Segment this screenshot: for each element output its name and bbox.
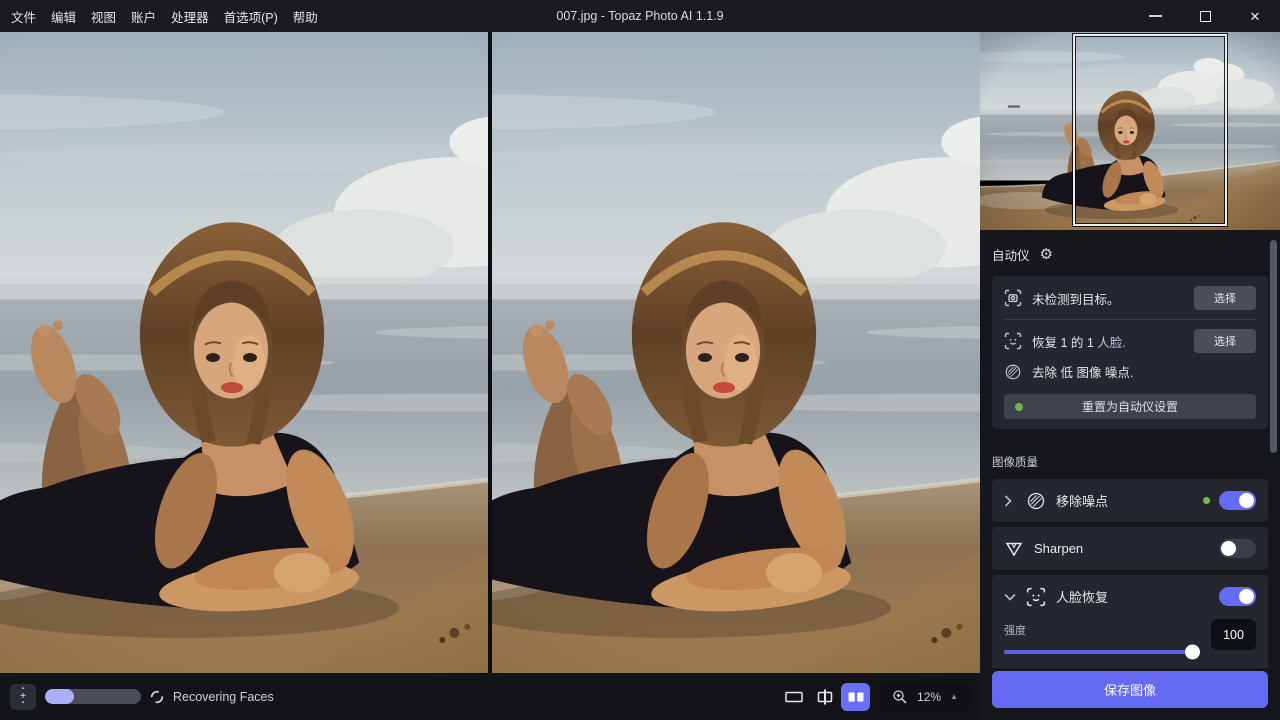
scrollbar-thumb[interactable] [1270,240,1277,453]
maximize-button[interactable] [1180,0,1230,32]
zoom-control[interactable]: 12% ▲ [880,683,970,711]
side-by-side-view-icon [846,689,866,705]
toggle-knob [1239,493,1254,508]
reset-to-autopilot-button[interactable]: 重置为自动仪设置 [1004,394,1256,419]
split-view-icon [815,689,835,705]
titlebar: 文件 编辑 视图 账户 处理器 首选项(P) 帮助 007.jpg - Topa… [0,0,1280,32]
progress-bar [45,689,141,704]
minimize-icon [1149,15,1162,17]
gear-icon[interactable]: ⚙ [1040,247,1053,262]
spinner-icon [150,690,164,704]
side-by-side-view-button[interactable] [841,683,870,711]
menu-view[interactable]: 视图 [91,7,116,26]
strength-slider-thumb[interactable] [1185,645,1200,660]
maximize-icon [1200,11,1211,22]
remove-noise-label: 移除噪点 [1056,491,1108,510]
after-image[interactable] [492,32,980,673]
queue-menu-button[interactable]: ▪+▪ [10,684,36,710]
save-image-button[interactable]: 保存图像 [992,671,1268,708]
select-subject-button[interactable]: 选择 [1194,286,1256,310]
save-bar: 保存图像 [980,668,1280,720]
divider [1004,319,1256,320]
close-button[interactable]: ✕ [1230,0,1280,32]
sharpen-toggle[interactable] [1219,539,1256,558]
status-bar: ▪+▪ Recovering Faces [0,673,980,720]
settings-panel: 自动仪 ⚙ 未检测到目标。 选择 [980,32,1280,720]
sharpen-icon [1004,539,1024,559]
toggle-knob [1239,589,1254,604]
image-comparison-canvas [0,32,980,673]
navigator-viewport[interactable] [1073,34,1227,226]
noise-icon [1004,363,1022,381]
canvas-column: ▪+▪ Recovering Faces [0,32,980,720]
remove-noise-header[interactable]: 移除噪点 [992,479,1268,522]
face-recovery-label: 人脸恢复 [1056,587,1108,606]
menu-edit[interactable]: 编辑 [51,7,76,26]
face-recovery-icon [1026,587,1046,607]
strength-slider[interactable] [1004,650,1198,654]
remove-noise-card: 移除噪点 [992,479,1268,522]
toggle-knob [1221,541,1236,556]
menu-account[interactable]: 账户 [131,7,156,26]
select-faces-button[interactable]: 选择 [1194,329,1256,353]
autopilot-card: 未检测到目标。 选择 恢复 1 的 1 [992,276,1268,429]
strength-label: 强度 [1004,622,1198,638]
zoom-in-icon [892,689,908,705]
denoise-summary-text: 去除 低 图像 噪点. [1032,362,1133,381]
autopilot-status-dot [1015,403,1023,411]
face-detect-icon [1004,332,1022,350]
dot-icon: ▪ [22,701,24,706]
face-recovery-card: 人脸恢复 强度 [992,575,1268,668]
face-recovery-row: 恢复 1 的 1 人脸. 选择 [1004,329,1256,353]
app-window: 文件 编辑 视图 账户 处理器 首选项(P) 帮助 007.jpg - Topa… [0,0,1280,720]
chevron-right-icon [1004,495,1016,507]
menubar: 文件 编辑 视图 账户 处理器 首选项(P) 帮助 [0,7,318,26]
zoom-level-value: 12% [917,690,941,704]
sharpen-label: Sharpen [1034,541,1083,556]
sharpen-header[interactable]: Sharpen [992,527,1268,570]
menu-file[interactable]: 文件 [11,7,36,26]
window-controls: ✕ [1130,0,1280,32]
before-image[interactable] [0,32,488,673]
menu-processor[interactable]: 处理器 [171,7,209,26]
strength-slider-fill [1004,650,1198,654]
menu-help[interactable]: 帮助 [293,7,318,26]
navigator-thumbnail[interactable] [980,32,1280,230]
menu-preferences[interactable]: 首选项(P) [224,7,278,26]
remove-noise-toggle[interactable] [1219,491,1256,510]
face-count-link[interactable]: 人脸. [1097,336,1125,350]
processing-status-text: Recovering Faces [173,690,274,704]
window-title: 007.jpg - Topaz Photo AI 1.1.9 [556,9,723,23]
chevron-down-icon [1004,593,1016,601]
zoom-dropdown-caret-icon[interactable]: ▲ [950,692,958,701]
strength-value-input[interactable]: 100 [1211,619,1256,650]
face-recovery-text: 恢复 1 的 1 人脸. [1032,332,1126,351]
denoise-summary-row: 去除 低 图像 噪点. [1004,360,1256,383]
autopilot-title: 自动仪 [992,245,1030,264]
close-icon: ✕ [1250,10,1261,23]
face-recovery-header[interactable]: 人脸恢复 [992,575,1268,618]
no-target-row: 未检测到目标。 选择 [1004,286,1256,310]
minimize-button[interactable] [1130,0,1180,32]
split-view-button[interactable] [810,683,839,711]
face-recovery-toggle[interactable] [1219,587,1256,606]
settings-scroll-area: 自动仪 ⚙ 未检测到目标。 选择 [980,230,1280,668]
active-status-dot [1203,497,1210,504]
view-controls: 12% ▲ [777,683,970,711]
subject-detect-icon [1004,289,1022,307]
image-quality-title: 图像质量 [992,454,1268,470]
single-view-button[interactable] [779,683,808,711]
progress-fill [45,689,74,704]
remove-noise-icon [1026,491,1046,511]
no-target-text: 未检测到目标。 [1032,289,1120,308]
sharpen-card: Sharpen [992,527,1268,570]
single-view-icon [784,689,804,705]
